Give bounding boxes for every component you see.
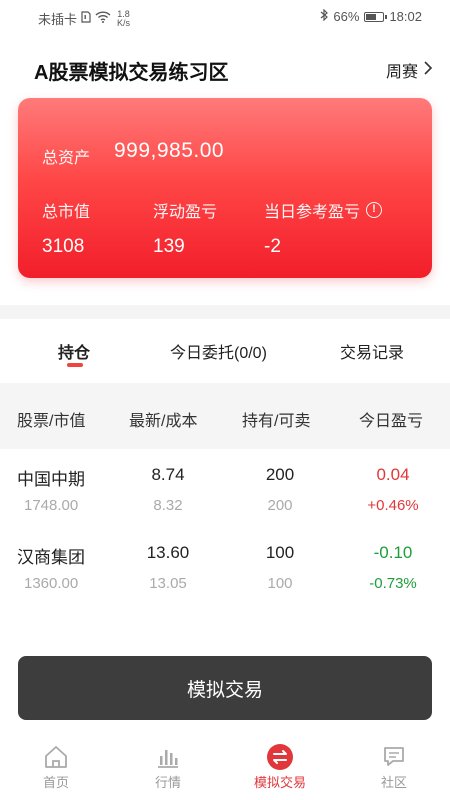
table-row[interactable]: 汉商集团 1360.00 13.60 13.05 100 100 -0.10 -… [0,527,450,605]
today-pl-amount: 0.04 [376,465,410,484]
chat-icon [381,742,407,772]
today-pl-percent: +0.46% [367,497,419,514]
floating-pl-value: 139 [153,236,185,257]
hold-quantity: 200 [265,465,295,484]
carrier-text: 未插卡 [38,12,78,27]
net-speed-unit: K/s [117,17,131,28]
nav-label: 行情 [154,775,181,790]
info-icon[interactable]: ! [366,202,383,218]
bottom-nav: 首页 行情 模拟交易 社区 [0,734,450,800]
position-tabs: 持仓 今日委托(0/0) 交易记录 [0,319,450,383]
today-pl-label-group: 当日参考盈亏 ! [264,198,383,222]
column-header-price: 最新/成本 [129,413,198,430]
cost-price: 8.32 [153,497,183,514]
stock-name: 汉商集团 [17,548,85,567]
nav-item-simulated-trade[interactable]: 模拟交易 [240,742,320,791]
market-value: 3108 [42,236,85,257]
status-left: 未插卡 1.8 K/s [38,9,130,28]
table-row[interactable]: 中国中期 1748.00 8.74 8.32 200 200 0.04 +0.4… [0,449,450,527]
chart-icon [155,742,181,772]
asset-summary-card: 总资产 999,985.00 总市值 浮动盈亏 当日参考盈亏 ! 3108 13… [18,98,432,278]
stock-market-value: 1360.00 [24,575,79,592]
cost-price: 13.05 [149,575,187,592]
sellable-quantity: 200 [267,497,293,514]
floating-pl-label: 浮动盈亏 [153,204,218,221]
nav-label: 社区 [380,775,407,790]
column-header-today-pl: 今日盈亏 [359,413,424,430]
active-tab-indicator [67,363,83,367]
tab-today-orders[interactable]: 今日委托(0/0) [170,339,267,363]
stock-name: 中国中期 [17,470,85,489]
wifi-icon [95,11,111,26]
nav-label: 模拟交易 [253,775,306,790]
stock-market-value: 1748.00 [24,497,79,514]
latest-price: 13.60 [146,543,190,562]
sellable-quantity: 100 [267,575,293,592]
battery-percent: 66% [333,9,360,24]
today-pl-amount: -0.10 [373,543,413,562]
hold-quantity: 100 [265,543,295,562]
home-icon [43,742,69,772]
weekly-contest-label: 周赛 [385,64,418,81]
total-assets-label: 总资产 [42,150,91,167]
nav-item-home[interactable]: 首页 [16,742,96,791]
today-pl-percent: -0.73% [369,575,417,592]
nav-label: 首页 [42,775,69,790]
header: A股票模拟交易练习区 周赛 [0,40,450,96]
today-pl-value: -2 [264,236,281,257]
total-assets-value: 999,985.00 [114,139,225,162]
nav-item-community[interactable]: 社区 [354,742,434,791]
page-title: A股票模拟交易练习区 [34,62,229,84]
latest-price: 8.74 [151,465,185,484]
net-speed: 1.8 K/s [117,9,131,28]
exchange-icon [266,742,294,772]
nav-item-market[interactable]: 行情 [128,742,208,791]
tab-positions[interactable]: 持仓 [58,339,90,363]
weekly-contest-link[interactable]: 周赛 [385,58,433,82]
section-divider [0,305,450,319]
status-bar: 未插卡 1.8 K/s 66% 18:02 [0,0,450,34]
market-value-label: 总市值 [42,204,91,221]
today-pl-label: 当日参考盈亏 [264,204,361,221]
battery-fill [366,13,377,20]
battery-icon [364,11,388,22]
holdings-table-header: 股票/市值 最新/成本 持有/可卖 今日盈亏 [0,383,450,449]
tab-trade-history[interactable]: 交易记录 [340,339,404,363]
column-header-stock: 股票/市值 [17,413,86,430]
chevron-right-icon [424,60,433,80]
sim-icon [81,11,91,26]
simulated-trade-button[interactable]: 模拟交易 [18,656,432,720]
status-right: 66% 18:02 [320,8,422,24]
bluetooth-icon [320,8,329,24]
column-header-holding: 持有/可卖 [242,413,311,430]
clock: 18:02 [389,9,422,24]
